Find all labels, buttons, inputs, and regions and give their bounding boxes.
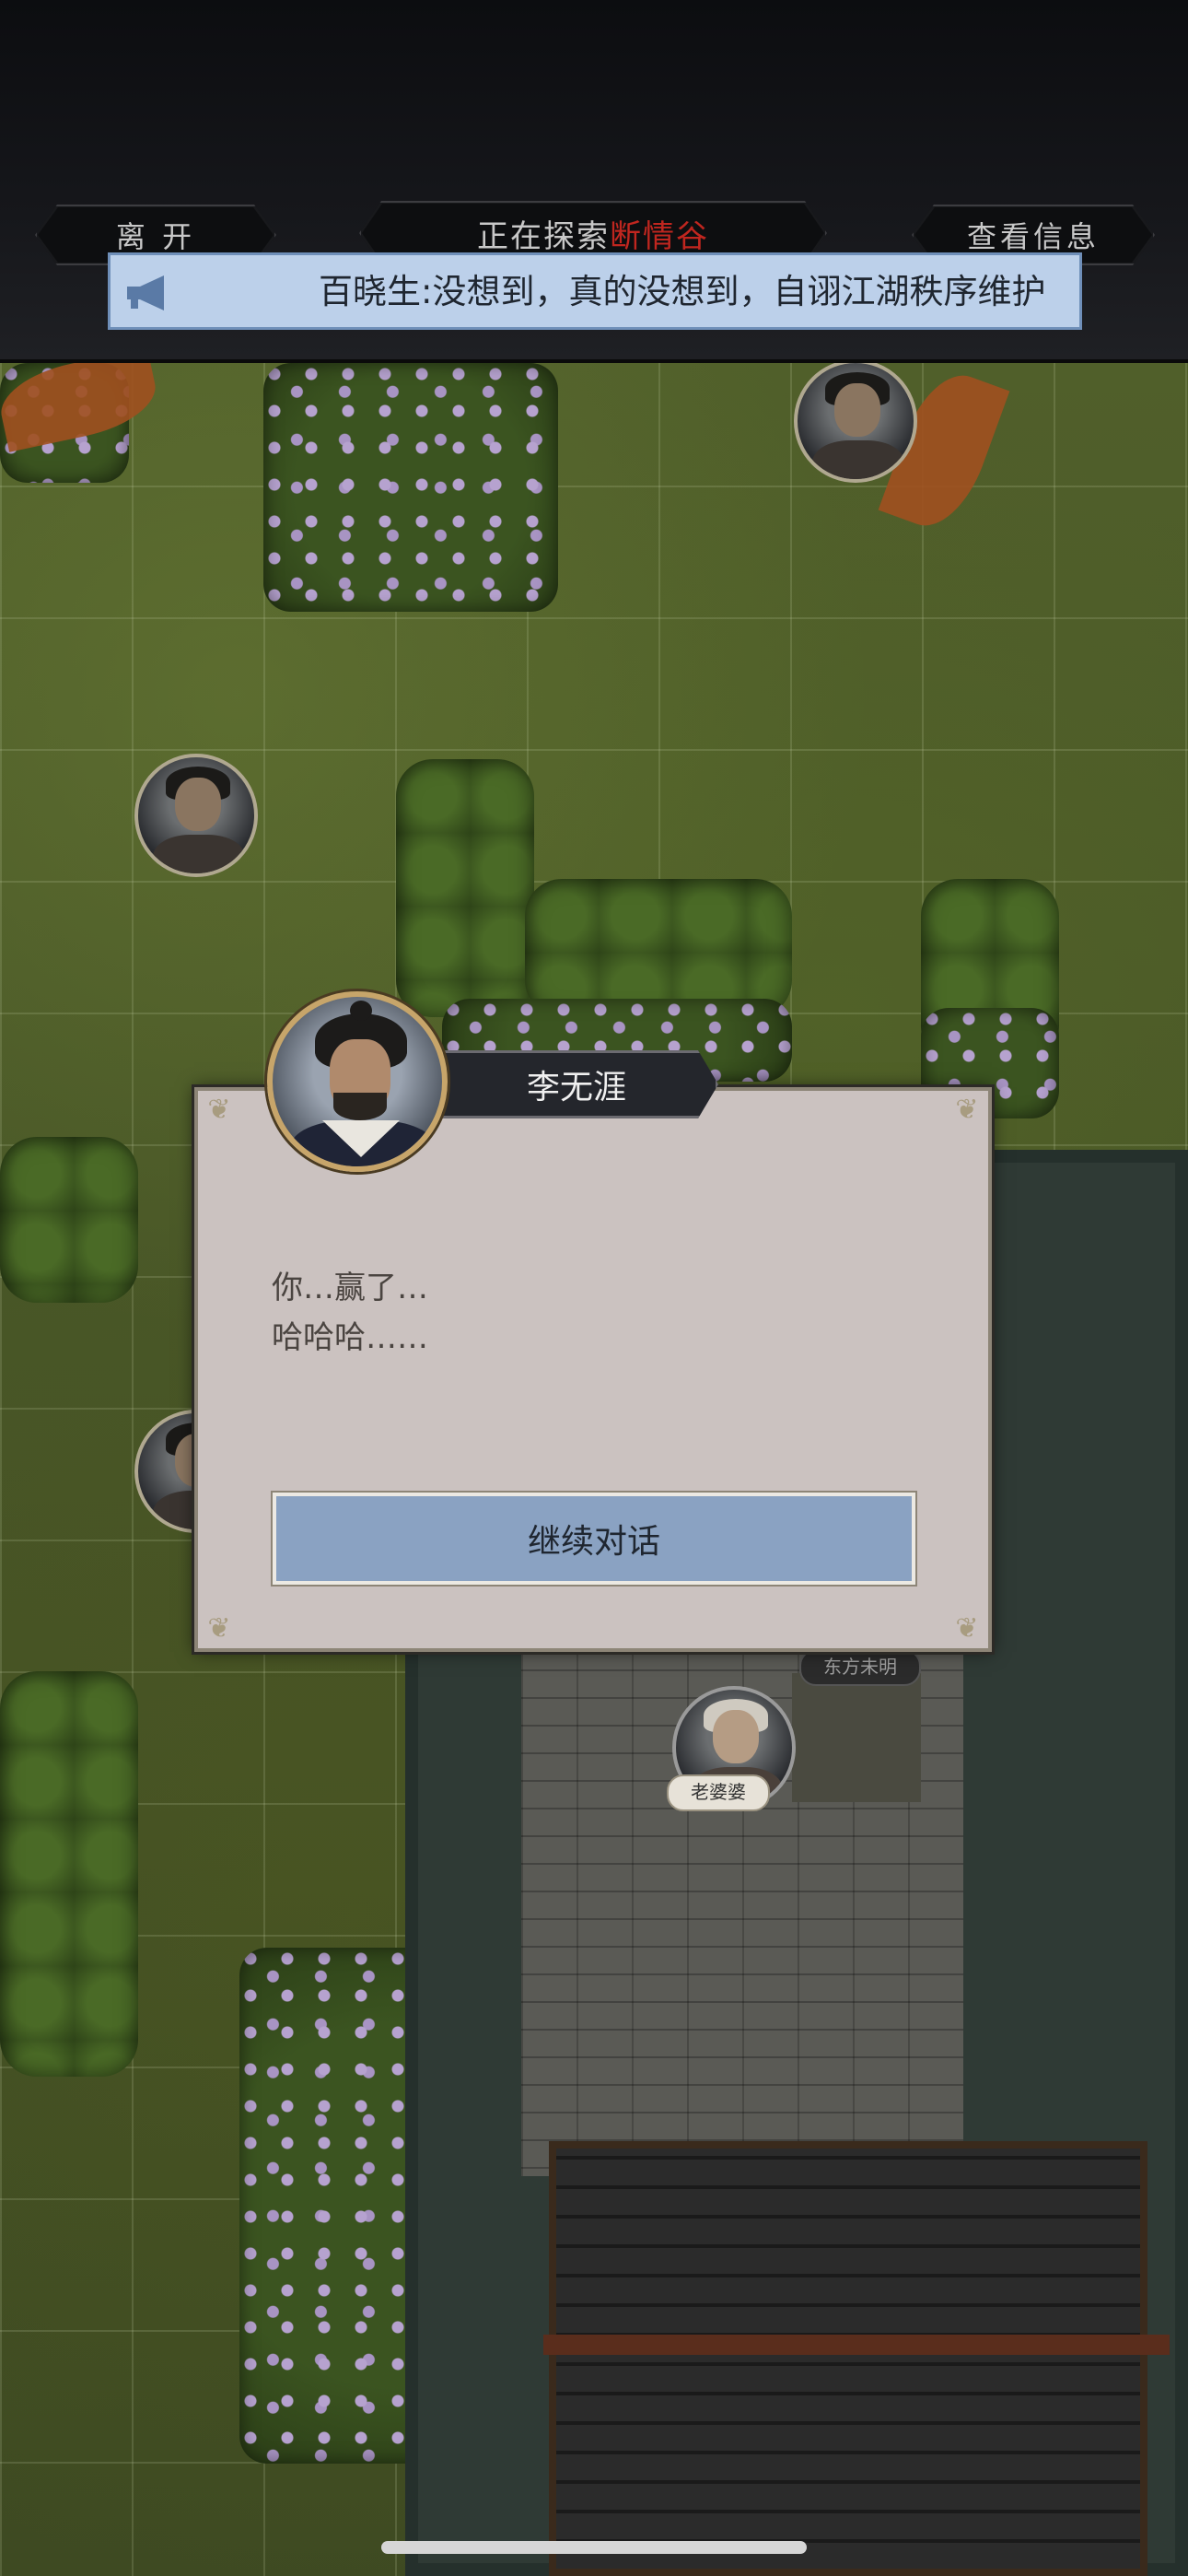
announcement-banner: 百晓生:没想到，真的没想到，自诩江湖秩序维护 <box>108 252 1082 330</box>
roof-beam <box>543 2335 1170 2355</box>
speaker-nameplate: 李无涯 <box>435 1050 718 1118</box>
corner-ornament-icon: ❦ <box>955 1612 979 1645</box>
npc-name-tag-old-woman: 老婆婆 <box>667 1774 770 1811</box>
announcement-text: 百晓生:没想到，真的没想到，自诩江湖秩序维护 <box>319 272 1046 311</box>
dialog-line: 哈哈哈…… <box>272 1319 428 1356</box>
hedge <box>0 1137 138 1303</box>
corner-ornament-icon: ❦ <box>955 1094 979 1126</box>
megaphone-icon <box>127 275 164 310</box>
speaker-portrait <box>267 991 448 1172</box>
hedge <box>525 879 792 1017</box>
speaker-name: 李无涯 <box>526 1069 626 1107</box>
leave-label: 离 开 <box>115 219 196 254</box>
corner-ornament-icon: ❦ <box>207 1612 231 1645</box>
corner-ornament-icon: ❦ <box>207 1094 231 1126</box>
npc-token[interactable] <box>794 363 917 483</box>
continue-dialog-button[interactable]: 继续对话 <box>273 1493 915 1585</box>
npc-token[interactable] <box>134 754 258 877</box>
courtyard-tile <box>792 1673 921 1802</box>
location-name: 断情谷 <box>610 217 709 255</box>
hedge <box>396 759 534 1017</box>
flower-bush <box>263 363 558 612</box>
hedge <box>0 1671 138 2077</box>
exploring-prefix: 正在探索 <box>477 217 610 255</box>
dialog-line: 你…赢了… <box>272 1270 428 1306</box>
building-roof <box>549 2141 1147 2576</box>
npc-name-tag: 东方未明 <box>799 1649 921 1686</box>
view-info-label: 查看信息 <box>966 219 1100 254</box>
home-indicator[interactable] <box>381 2541 807 2554</box>
continue-dialog-label: 继续对话 <box>527 1523 660 1561</box>
